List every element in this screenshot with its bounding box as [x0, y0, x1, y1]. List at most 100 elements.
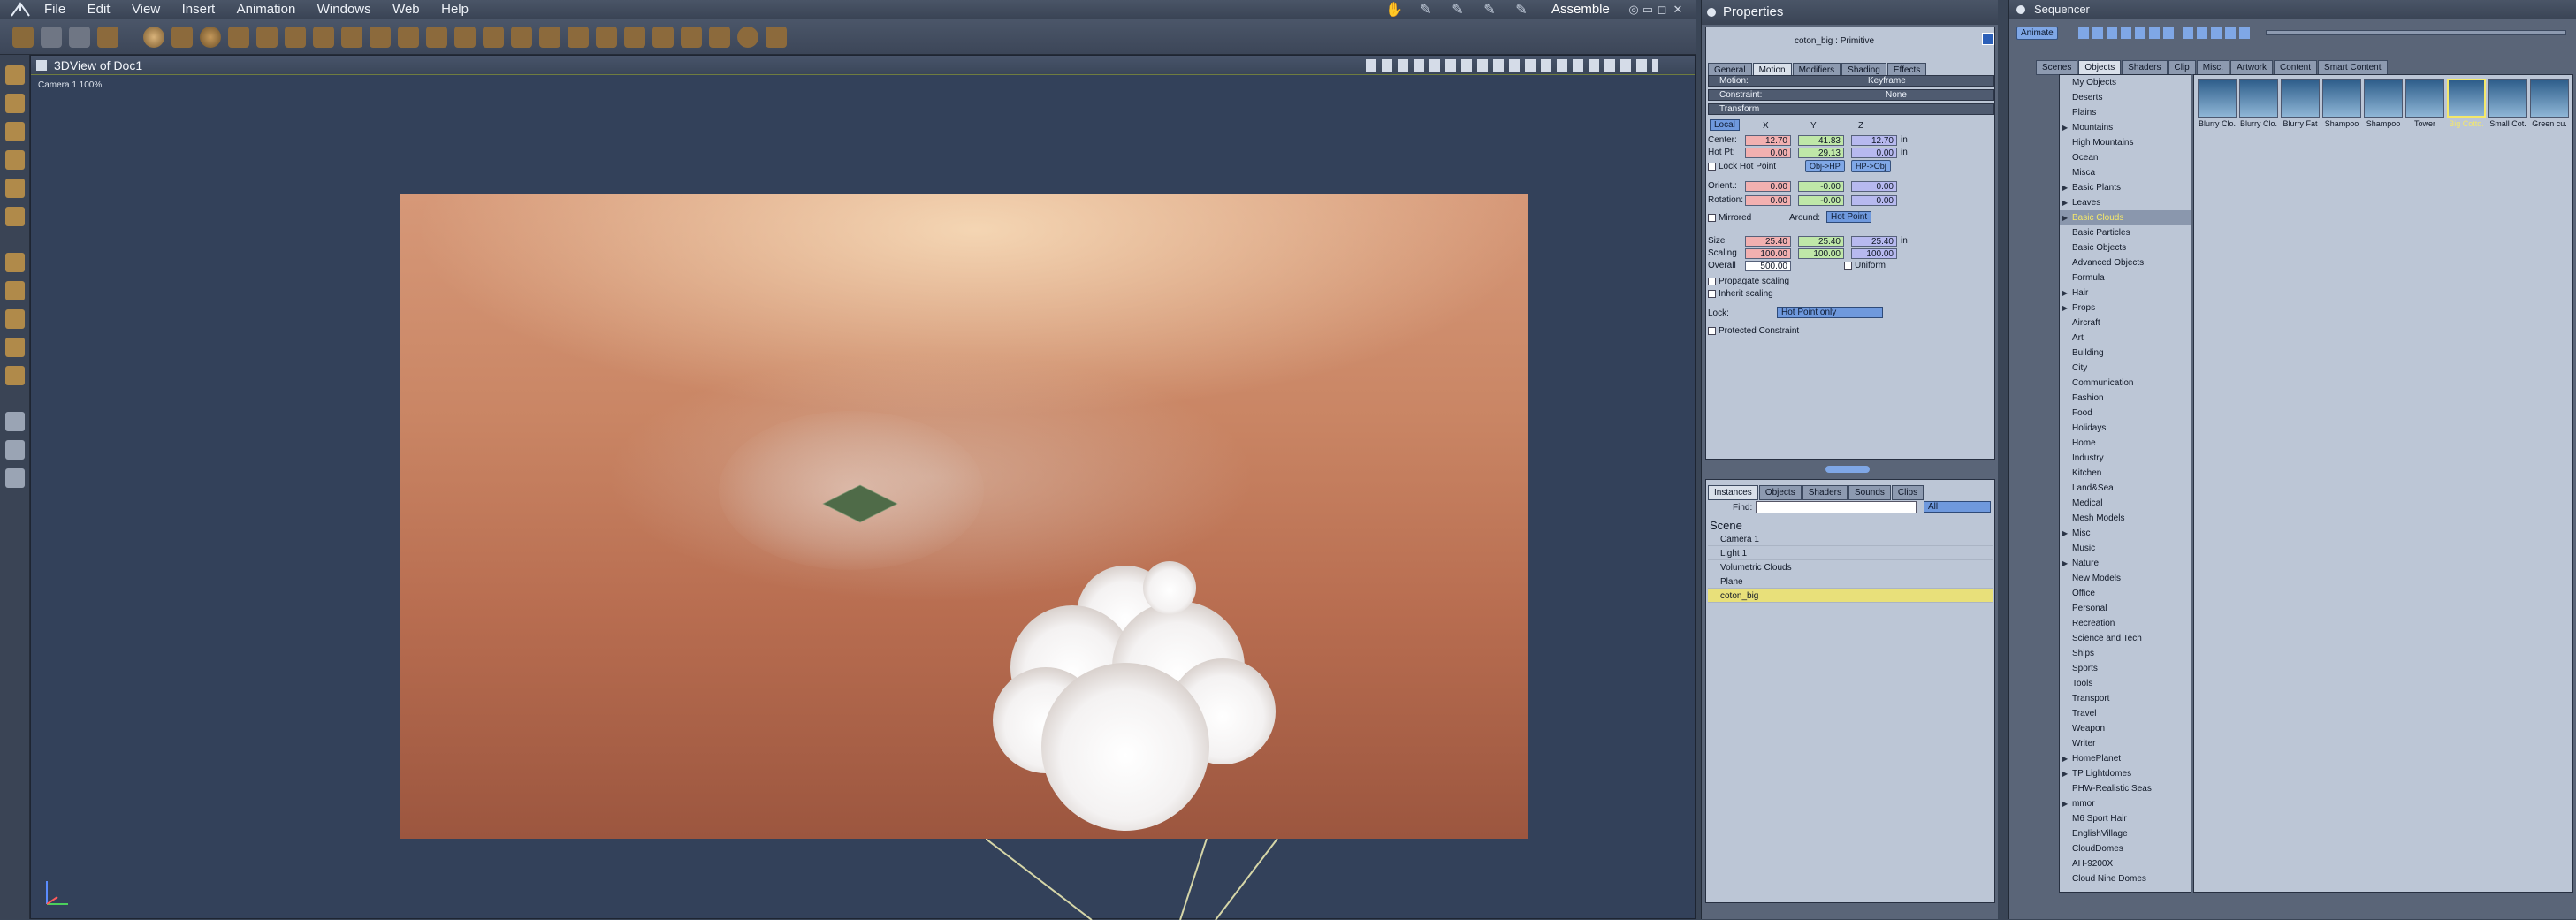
panel-pin-icon[interactable]	[1707, 8, 1716, 17]
tab-clips[interactable]: Clips	[1891, 485, 1924, 500]
expand-arrow-icon[interactable]: ▶	[2062, 195, 2068, 210]
scaling-z-field[interactable]: 100.00	[1851, 248, 1897, 259]
tree-item[interactable]: Kitchen	[2060, 466, 2191, 481]
tree-item[interactable]: Recreation	[2060, 616, 2191, 631]
twist-tool-icon[interactable]	[5, 150, 25, 170]
menu-view[interactable]: View	[123, 0, 169, 19]
tree-item[interactable]: Land&Sea	[2060, 481, 2191, 496]
tab-objects[interactable]: Objects	[1758, 485, 1802, 500]
room-tag-icon[interactable]: ✎	[1510, 1, 1533, 19]
around-dropdown[interactable]: Hot Point	[1826, 211, 1872, 223]
cloud-icon[interactable]	[426, 27, 447, 48]
instance-item[interactable]: Volumetric Clouds	[1708, 561, 1993, 574]
tab-scenes[interactable]: Scenes	[2036, 60, 2078, 75]
tree-item[interactable]: Office	[2060, 586, 2191, 601]
tree-item[interactable]: Plains	[2060, 105, 2191, 120]
text-icon[interactable]	[454, 27, 476, 48]
axis-z-icon[interactable]	[5, 309, 25, 329]
tree-item[interactable]: CloudDomes	[2060, 841, 2191, 856]
tab-smart-content[interactable]: Smart Content	[2318, 60, 2388, 75]
expand-arrow-icon[interactable]: ▶	[2062, 120, 2068, 135]
size-x-field[interactable]: 25.40	[1745, 236, 1791, 247]
deformer-icon[interactable]	[681, 27, 702, 48]
expand-arrow-icon[interactable]: ▶	[2062, 300, 2068, 316]
box-tool-icon[interactable]	[5, 366, 25, 385]
tree-item[interactable]: Building	[2060, 346, 2191, 361]
pyramid-icon[interactable]	[256, 27, 278, 48]
render-preview[interactable]	[400, 194, 1528, 839]
particles-icon[interactable]	[511, 27, 532, 48]
thumbnail-selected[interactable]	[2447, 79, 2486, 118]
minimize-icon[interactable]: ▭	[1641, 3, 1655, 17]
bowl-icon[interactable]	[596, 27, 617, 48]
rotate-tool-icon[interactable]	[5, 122, 25, 141]
tree-item[interactable]: EnglishVillage	[2060, 826, 2191, 841]
center-x-field[interactable]: 12.70	[1745, 135, 1791, 146]
thumbnail[interactable]	[2198, 79, 2237, 118]
hammer-left-icon[interactable]	[5, 207, 25, 226]
tree-item[interactable]: ▶ Props	[2060, 300, 2191, 316]
tab-sounds[interactable]: Sounds	[1848, 485, 1891, 500]
inherit-scaling-checkbox[interactable]	[1708, 290, 1716, 298]
room-pen-icon[interactable]: ✎	[1414, 1, 1437, 19]
tree-item[interactable]: ▶ HomePlanet	[2060, 751, 2191, 766]
tree-item[interactable]: ▶ Mountains	[2060, 120, 2191, 135]
cylinder-icon[interactable]	[171, 27, 193, 48]
rock-icon[interactable]	[370, 27, 391, 48]
tree-item[interactable]: PHW-Realistic Seas	[2060, 781, 2191, 796]
sphere-icon[interactable]	[143, 27, 164, 48]
tree-item[interactable]: Ocean	[2060, 150, 2191, 165]
tree-item[interactable]: Industry	[2060, 451, 2191, 466]
restore-icon[interactable]: ◻	[1655, 3, 1669, 17]
camera-icon[interactable]	[5, 412, 25, 431]
wand-icon[interactable]	[766, 27, 787, 48]
find-input[interactable]	[1756, 501, 1917, 513]
tree-item[interactable]: Transport	[2060, 691, 2191, 706]
expand-arrow-icon[interactable]: ▶	[2062, 210, 2068, 225]
pen-tool-left-icon[interactable]	[5, 179, 25, 198]
select-tool-icon[interactable]	[5, 65, 25, 85]
tree-item[interactable]: Writer	[2060, 736, 2191, 751]
tree-item-selected[interactable]: ▶ Basic Clouds	[2060, 210, 2191, 225]
filter-dropdown[interactable]: All	[1924, 501, 1991, 513]
expand-arrow-icon[interactable]: ▶	[2062, 751, 2068, 766]
tab-instances[interactable]: Instances	[1708, 485, 1758, 500]
menu-file[interactable]: File	[35, 0, 74, 19]
transform-section[interactable]: Transform	[1708, 103, 1994, 115]
scaling-x-field[interactable]: 100.00	[1745, 248, 1791, 259]
orient-y-field[interactable]: -0.00	[1798, 181, 1844, 192]
brush-tool-icon[interactable]	[41, 27, 62, 48]
expand-arrow-icon[interactable]: ▶	[2062, 285, 2068, 300]
menu-windows[interactable]: Windows	[309, 0, 380, 19]
rotation-y-field[interactable]: -0.00	[1798, 195, 1844, 206]
size-z-field[interactable]: 25.40	[1851, 236, 1897, 247]
constraint-row[interactable]: Constraint: None	[1708, 89, 1994, 101]
room-brush-icon[interactable]: ✎	[1446, 1, 1469, 19]
pen-tool-icon[interactable]	[69, 27, 90, 48]
tree-item[interactable]: Science and Tech	[2060, 631, 2191, 646]
tree-item[interactable]: ▶ Misc	[2060, 526, 2191, 541]
orient-z-field[interactable]: 0.00	[1851, 181, 1897, 192]
coton-big-cloud[interactable]	[966, 535, 1320, 839]
instance-item[interactable]: Camera 1	[1708, 533, 1993, 546]
tree-item[interactable]: Deserts	[2060, 90, 2191, 105]
lock-dropdown[interactable]: Hot Point only	[1777, 307, 1883, 318]
animate-button[interactable]: Animate	[2016, 27, 2058, 40]
tree-item[interactable]: Basic Objects	[2060, 240, 2191, 255]
expand-arrow-icon[interactable]: ▶	[2062, 526, 2068, 541]
tree-item[interactable]: Medical	[2060, 496, 2191, 511]
timeline-slider[interactable]	[2266, 30, 2566, 35]
menu-help[interactable]: Help	[432, 0, 477, 19]
tree-item[interactable]: Travel	[2060, 706, 2191, 721]
expand-arrow-icon[interactable]: ▶	[2062, 766, 2068, 781]
sequencer-pin-icon[interactable]	[2016, 5, 2025, 14]
hotpt-y-field[interactable]: 29.13	[1798, 148, 1844, 158]
tree-item[interactable]: Art	[2060, 331, 2191, 346]
thumbnail[interactable]	[2488, 79, 2527, 118]
scaling-y-field[interactable]: 100.00	[1798, 248, 1844, 259]
tab-artwork[interactable]: Artwork	[2230, 60, 2273, 75]
tree-item[interactable]: Mesh Models	[2060, 511, 2191, 526]
column-icon[interactable]	[568, 27, 589, 48]
overall-field[interactable]: 500.00	[1745, 261, 1791, 271]
thumbnail[interactable]	[2239, 79, 2278, 118]
